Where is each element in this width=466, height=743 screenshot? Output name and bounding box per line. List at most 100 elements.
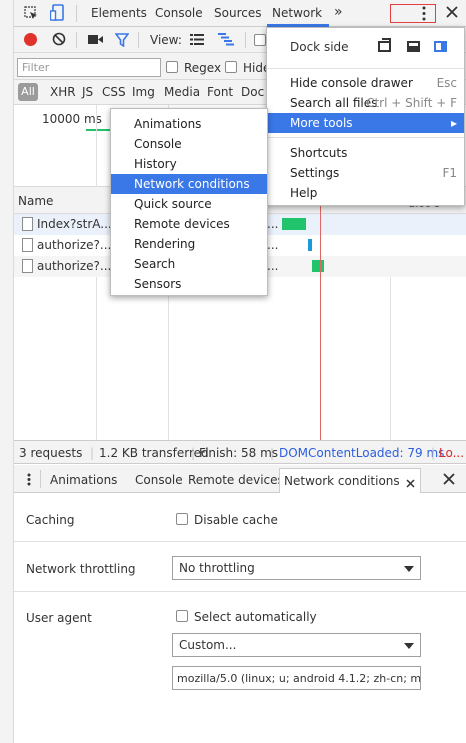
- request-cell-ellipsis: ...: [267, 259, 279, 273]
- record-icon[interactable]: [24, 33, 37, 46]
- disable-cache-checkbox[interactable]: [176, 513, 188, 525]
- kebab-menu-icon[interactable]: [390, 4, 436, 23]
- submenu-item-label: Animations: [134, 117, 202, 131]
- submenu-item[interactable]: History: [111, 154, 267, 174]
- close-tab-icon[interactable]: [406, 477, 415, 488]
- tab-sources[interactable]: Sources: [214, 6, 261, 20]
- undock-icon[interactable]: [378, 38, 391, 52]
- hide-data-urls-checkbox[interactable]: [225, 61, 237, 73]
- submenu-item[interactable]: Quick source: [111, 194, 267, 214]
- submenu-item-label: Rendering: [134, 237, 196, 251]
- type-js[interactable]: JS: [82, 85, 93, 99]
- menu-item-label: Hide console drawer: [290, 76, 413, 90]
- large-rows-icon[interactable]: [190, 34, 204, 45]
- file-icon: [22, 259, 33, 273]
- status-domcontentloaded: DOMContentLoaded: 79 ms: [279, 446, 445, 460]
- status-requests: 3 requests: [19, 446, 83, 460]
- left-edge-strip: [0, 0, 14, 743]
- submenu-item[interactable]: Sensors: [111, 274, 267, 294]
- drawer-tab-remote-devices[interactable]: Remote devices: [188, 473, 284, 487]
- submenu-item-label: Search: [134, 257, 176, 271]
- filter-icon[interactable]: [114, 33, 130, 48]
- status-divider: |: [431, 446, 436, 460]
- dock-side-label: Dock side: [290, 40, 349, 54]
- chevron-down-icon: [404, 566, 414, 572]
- clear-icon[interactable]: [52, 32, 66, 46]
- dock-right-icon[interactable]: [434, 41, 447, 52]
- waterfall-icon[interactable]: [218, 33, 234, 46]
- camera-icon[interactable]: [88, 34, 104, 45]
- close-icon[interactable]: [445, 5, 459, 19]
- drawer-tab-animations[interactable]: Animations: [50, 473, 117, 487]
- regex-checkbox[interactable]: [166, 61, 178, 73]
- status-divider: |: [270, 446, 275, 460]
- type-all[interactable]: All: [18, 83, 38, 101]
- status-finish: Finish: 58 ms: [199, 446, 279, 460]
- filter-input[interactable]: Filter: [17, 58, 161, 77]
- request-name: authorize?...: [37, 238, 112, 252]
- file-icon: [22, 217, 33, 231]
- menu-search-all-files[interactable]: Search all files Ctrl + Shift + F: [267, 93, 464, 113]
- submenu-arrow-icon: ▸: [450, 116, 457, 130]
- tab-console[interactable]: Console: [155, 6, 203, 20]
- menu-item-label: Search all files: [290, 96, 378, 110]
- submenu-item-label: Console: [134, 137, 182, 151]
- divider: [14, 591, 466, 592]
- menu-item-label: Shortcuts: [290, 146, 348, 160]
- waterfall-bar: [282, 218, 306, 230]
- submenu-item-label: Sensors: [134, 277, 182, 291]
- request-name: authorize?...: [37, 259, 112, 273]
- submenu-item-network-conditions[interactable]: Network conditions: [111, 174, 267, 194]
- menu-item-label: Help: [290, 186, 318, 200]
- drawer-tab-console[interactable]: Console: [135, 473, 183, 487]
- tab-network[interactable]: Network: [272, 6, 322, 20]
- more-tabs-button[interactable]: »: [334, 4, 343, 20]
- select-automatically-checkbox[interactable]: [176, 610, 188, 622]
- divider: [14, 541, 466, 542]
- main-menu: Dock side Hide console drawer Esc Search…: [266, 27, 465, 206]
- chevron-down-icon: [404, 643, 414, 649]
- devtools-tab-bar: Elements Console Sources Network »: [14, 0, 466, 27]
- name-column-header[interactable]: Name: [18, 194, 53, 208]
- throttling-value: No throttling: [179, 561, 255, 575]
- drawer-menu-icon[interactable]: [27, 473, 31, 486]
- dock-bottom-icon[interactable]: [407, 41, 420, 52]
- submenu-item[interactable]: Animations: [111, 114, 267, 134]
- menu-hide-console-drawer[interactable]: Hide console drawer Esc: [267, 73, 464, 93]
- type-css[interactable]: CSS: [102, 85, 126, 99]
- submenu-item[interactable]: Console: [111, 134, 267, 154]
- network-throttling-label: Network throttling: [26, 562, 136, 576]
- inspect-icon[interactable]: [24, 6, 38, 20]
- menu-shortcuts[interactable]: Shortcuts: [267, 143, 464, 163]
- overview-tick-label: 10000 ms: [42, 112, 102, 126]
- preserve-log-checkbox[interactable]: [254, 34, 266, 46]
- throttling-select[interactable]: No throttling: [172, 556, 421, 580]
- tab-elements[interactable]: Elements: [91, 6, 147, 20]
- menu-more-tools[interactable]: More tools ▸: [267, 113, 464, 133]
- drawer-tab-network-conditions[interactable]: Network conditions: [279, 468, 421, 493]
- type-doc[interactable]: Doc: [241, 85, 264, 99]
- type-media[interactable]: Media: [164, 85, 200, 99]
- user-agent-select[interactable]: Custom...: [172, 633, 421, 657]
- waterfall-bar: [312, 260, 324, 272]
- type-xhr[interactable]: XHR: [50, 85, 76, 99]
- device-mode-icon[interactable]: [49, 4, 64, 21]
- submenu-item[interactable]: Search: [111, 254, 267, 274]
- overview-activity: [86, 129, 110, 131]
- request-cell-ellipsis: ...: [267, 217, 279, 231]
- menu-item-label: Settings: [290, 166, 340, 180]
- submenu-item-label: History: [134, 157, 177, 171]
- request-name: Index?strA...: [37, 217, 112, 231]
- close-drawer-icon[interactable]: [443, 473, 455, 485]
- type-img[interactable]: Img: [132, 85, 155, 99]
- type-font[interactable]: Font: [207, 85, 233, 99]
- menu-settings[interactable]: Settings F1: [267, 163, 464, 183]
- more-tools-submenu: Animations Console History Network condi…: [110, 108, 268, 296]
- select-automatically-label: Select automatically: [194, 610, 317, 624]
- menu-help[interactable]: Help: [267, 183, 464, 203]
- user-agent-input[interactable]: mozilla/5.0 (linux; u; android 4.1.2; zh…: [172, 666, 421, 690]
- caching-label: Caching: [26, 513, 75, 527]
- submenu-item[interactable]: Rendering: [111, 234, 267, 254]
- submenu-item[interactable]: Remote devices: [111, 214, 267, 234]
- status-load: Lo...: [439, 446, 465, 460]
